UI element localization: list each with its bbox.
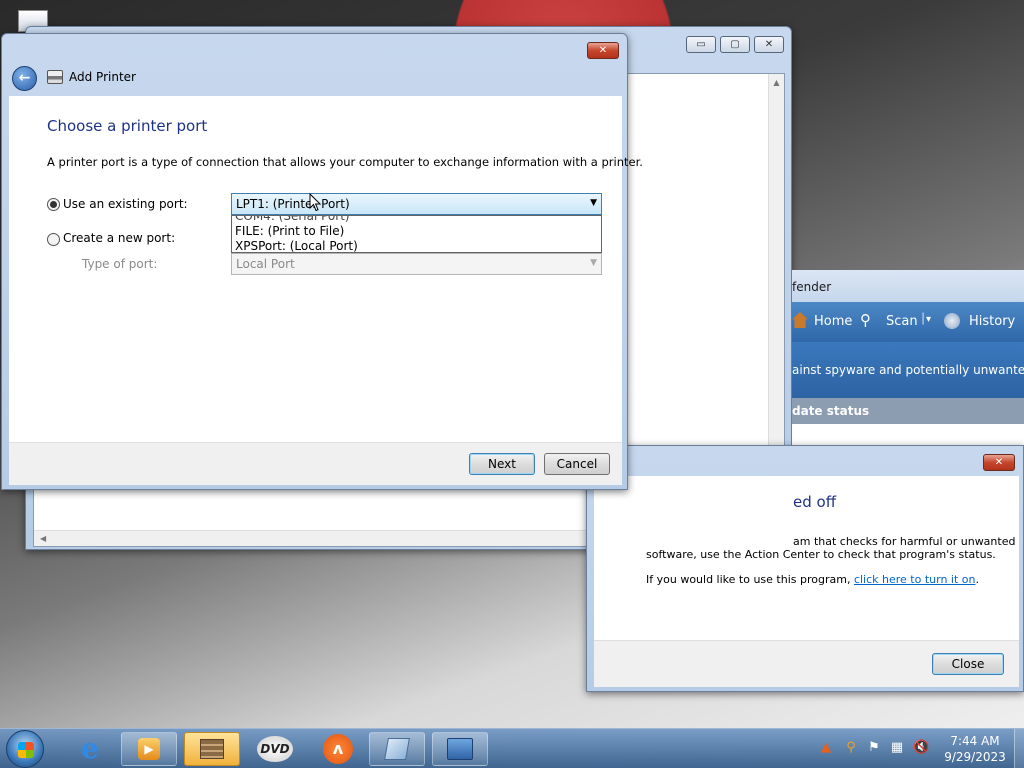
minimize-button[interactable]: ▭ [686, 36, 716, 53]
defender-banner: ainst spyware and potentially unwanted s… [792, 342, 1024, 398]
new-port-radio[interactable] [47, 233, 60, 246]
home-button[interactable]: Home [814, 314, 852, 329]
existing-port-select[interactable]: LPT1: (Printer Port) ▼ [231, 193, 602, 215]
media-player-icon: ▶ [138, 738, 160, 760]
volume-muted-icon[interactable]: 🔇 [913, 740, 929, 756]
dialog-text-prefix: If you would like to use this program, [646, 573, 854, 586]
back-arrow-icon: ← [18, 70, 31, 86]
defender-window: fender Home ⚲ Scan │▾ History ainst spyw… [792, 270, 1024, 445]
chevron-down-icon: ▼ [590, 258, 597, 268]
close-button[interactable]: ✕ [754, 36, 784, 53]
dropdown-option[interactable]: FILE: (Print to File) [235, 224, 344, 238]
home-icon [792, 312, 808, 328]
type-of-port-select: Local Port ▼ [231, 253, 602, 275]
dialog-content: ed off am that checks for harmful or unw… [594, 476, 1019, 640]
defender-off-dialog: ✕ ed off am that checks for harmful or u… [586, 445, 1024, 692]
start-button[interactable] [6, 730, 44, 768]
dropdown-option[interactable]: XPSPort: (Local Port) [235, 239, 358, 252]
add-printer-window: ✕ ← Add Printer Choose a printer port A … [1, 33, 643, 490]
history-button[interactable]: History [969, 314, 1015, 329]
scan-button[interactable]: Scan [886, 314, 918, 329]
network-icon[interactable]: ▦ [889, 740, 905, 756]
dialog-text-2: software, use the Action Center to check… [646, 548, 996, 561]
wizard-footer: Next Cancel [9, 442, 622, 485]
window-title: Add Printer [69, 70, 136, 84]
back-button[interactable]: ← [12, 66, 37, 91]
printer-icon [47, 70, 63, 84]
page-title: Choose a printer port [47, 117, 208, 135]
avast-icon: ʌ [323, 734, 353, 764]
dialog-text-1: am that checks for harmful or unwanted [793, 535, 1016, 548]
type-of-port-value: Local Port [236, 257, 295, 271]
new-port-label[interactable]: Create a new port: [63, 231, 175, 245]
scroll-up-icon[interactable]: ▲ [769, 74, 784, 87]
defender-toolbar: Home ⚲ Scan │▾ History [792, 302, 1024, 342]
search-tray-icon[interactable]: ⚲ [843, 740, 859, 756]
scan-icon: ⚲ [860, 311, 871, 329]
selected-port-value: LPT1: (Printer Port) [236, 197, 350, 211]
defender-status-header: date status [792, 398, 1024, 424]
history-icon [944, 313, 960, 329]
dialog-footer: Close [594, 640, 1019, 687]
scroll-left-icon[interactable]: ◀ [40, 534, 46, 543]
turn-on-link[interactable]: click here to turn it on [854, 573, 976, 586]
clock-date: 9/29/2023 [944, 750, 1006, 764]
clock[interactable]: 7:44 AM 9/29/2023 [940, 733, 1010, 765]
taskbar-avast[interactable]: ʌ [310, 732, 366, 766]
taskbar-control-panel[interactable] [432, 732, 488, 766]
close-button[interactable]: ✕ [983, 454, 1015, 471]
chevron-down-icon[interactable]: ▼ [590, 198, 597, 208]
taskbar-notepad[interactable] [369, 732, 425, 766]
wizard-content: Choose a printer port A printer port is … [9, 96, 643, 442]
dialog-text-suffix: . [975, 573, 980, 586]
existing-port-label[interactable]: Use an existing port: [63, 197, 188, 211]
next-button[interactable]: Next [469, 453, 535, 475]
radio-dot [50, 201, 57, 208]
windows-logo-icon [18, 742, 34, 758]
cancel-button[interactable]: Cancel [544, 453, 610, 475]
type-of-port-label: Type of port: [82, 257, 158, 271]
mouse-cursor-icon [309, 193, 321, 212]
wizard-header: ← Add Printer [2, 60, 627, 96]
avast-tray-icon[interactable]: ▲ [818, 740, 834, 756]
maximize-button[interactable]: ▢ [720, 36, 750, 53]
clock-time: 7:44 AM [950, 734, 1000, 748]
taskbar-dvd-maker[interactable]: DVD [247, 732, 303, 766]
scan-dropdown-icon[interactable]: │▾ [920, 314, 931, 325]
close-button[interactable]: ✕ [587, 42, 619, 59]
taskbar-media-player[interactable]: ▶ [121, 732, 177, 766]
defender-titlebar: fender [792, 270, 1024, 302]
dialog-text-3: If you would like to use this program, c… [646, 573, 979, 586]
notepad-icon [384, 738, 410, 760]
description: A printer port is a type of connection t… [47, 155, 643, 169]
existing-port-radio[interactable] [47, 198, 60, 211]
dialog-heading: ed off [793, 493, 837, 511]
taskbar-firewall[interactable] [184, 732, 240, 766]
close-dialog-button[interactable]: Close [932, 653, 1004, 675]
flag-icon[interactable]: ⚑ [866, 740, 882, 756]
internet-explorer-icon[interactable]: e [74, 734, 106, 764]
show-desktop-button[interactable] [1014, 729, 1024, 768]
dvd-maker-icon: DVD [257, 736, 293, 762]
firewall-icon [200, 739, 224, 759]
control-panel-icon [447, 738, 473, 760]
port-dropdown-list: COM4: (Serial Port) FILE: (Print to File… [231, 215, 602, 253]
dropdown-option[interactable]: COM4: (Serial Port) [235, 216, 350, 223]
